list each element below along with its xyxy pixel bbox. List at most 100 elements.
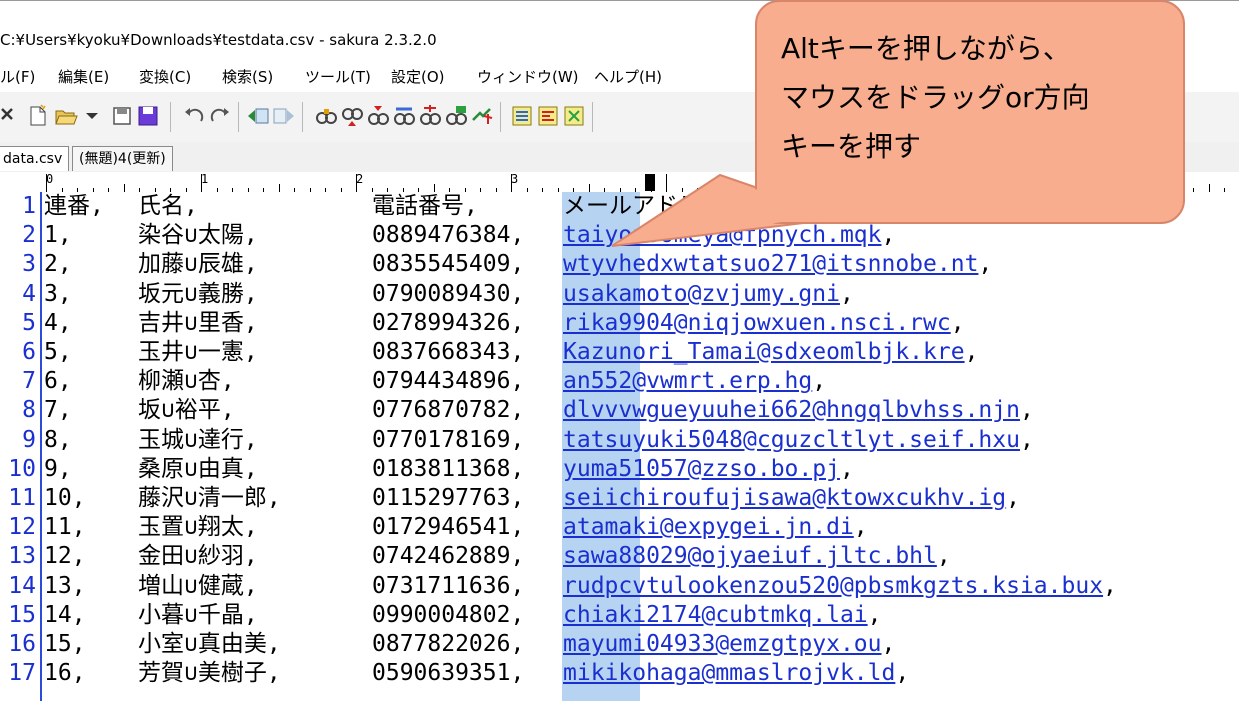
find-prev-icon[interactable] <box>366 104 390 128</box>
cell-name: 小暮∪千晶, <box>138 601 258 628</box>
email-link[interactable]: tatsuyuki5048@cguzcltlyt.seif.hxu <box>563 427 1020 453</box>
outline-icon[interactable] <box>536 104 560 128</box>
menu-tools[interactable]: ツール(T) <box>305 66 371 87</box>
email-link[interactable]: mikikohaga@mmaslrojvk.ld <box>563 660 895 686</box>
cell-name: 増山∪健蔵, <box>138 572 258 599</box>
cell-separator: , <box>867 601 882 628</box>
email-link[interactable]: chiaki2174@cubtmkq.lai <box>563 602 868 628</box>
email-link[interactable]: rudpcvtulookenzou520@pbsmkgzts.ksia.bux <box>563 573 1103 599</box>
email-link[interactable]: taiyousomeya@fpnych.mqk <box>563 222 882 248</box>
cell-id: 4, <box>44 309 72 336</box>
cell-id: 2, <box>44 251 72 278</box>
cell-separator: , <box>881 631 896 657</box>
ruler-label: 3 <box>511 172 519 186</box>
cell-name: 藤沢∪清一郎, <box>138 485 281 511</box>
cell-id: 1, <box>44 222 72 249</box>
close-icon[interactable] <box>0 104 24 128</box>
save-icon[interactable] <box>110 104 134 128</box>
cell-name: 桑原∪由真, <box>138 455 258 482</box>
ruler-label: 1 <box>201 172 209 186</box>
cell-separator: , <box>839 280 854 307</box>
cell-separator: , <box>936 543 951 570</box>
search-icon[interactable] <box>314 104 338 128</box>
replace-icon[interactable] <box>392 104 416 128</box>
menu-help[interactable]: ヘルプ(H) <box>594 66 662 87</box>
tag-jump-icon[interactable] <box>470 104 494 128</box>
cell-email: dlvvvwgueyuuhei662@hngqlbvhss.njn, <box>563 396 1034 425</box>
email-link[interactable]: seiichiroufujisawa@ktowxcukhv.ig <box>563 485 1006 511</box>
undo-icon[interactable] <box>182 104 206 128</box>
ruler-tick <box>278 184 280 192</box>
cell-phone: 0837668343, <box>372 339 525 365</box>
email-link[interactable]: dlvvvwgueyuuhei662@hngqlbvhss.njn <box>563 397 1020 423</box>
new-file-icon[interactable] <box>26 104 50 128</box>
macro-icon[interactable] <box>562 104 586 128</box>
cell-id: 10, <box>44 485 86 511</box>
cell-id: 3, <box>44 280 72 307</box>
toolbar-separator <box>500 102 501 132</box>
line-number: 11 <box>8 485 36 511</box>
cell-phone: 0183811368, <box>372 455 525 482</box>
cell-phone: 0776870782, <box>372 397 525 424</box>
editor-text-area[interactable]: 1 連番, 氏名, 電話番号, メールアドレス 2 1, 染谷∪太陽, 0889476384, t… <box>0 192 1239 701</box>
cell-id: 9, <box>44 455 72 482</box>
email-link[interactable]: rika9904@niqjowxuen.nsci.rwc <box>563 310 951 336</box>
tab-testdata-csv[interactable]: data.csv <box>0 146 70 171</box>
cell-email: rudpcvtulookenzou520@pbsmkgzts.ksia.bux, <box>563 572 1117 601</box>
grep-replace-icon[interactable] <box>444 104 468 128</box>
ruler-tick <box>46 174 47 192</box>
cell-id: 13, <box>44 572 86 599</box>
tab-untitled-4[interactable]: (無題)4(更新) <box>72 146 173 171</box>
email-link[interactable]: wtyvhedxwtatsuo271@itsnnobe.nt <box>563 251 978 277</box>
cell-email-header: メールアドレス <box>563 193 724 219</box>
cell-phone: 0590639351, <box>372 660 525 687</box>
jump-next-icon[interactable] <box>272 104 296 128</box>
cell-name: 吉井∪里香, <box>138 309 258 336</box>
email-link[interactable]: sawa88029@ojyaeiuf.jltc.bhl <box>563 543 937 569</box>
email-link[interactable]: yuma51057@zzso.bo.pj <box>563 456 840 482</box>
ruler-tick <box>1131 174 1132 192</box>
email-link[interactable]: atamaki@expygei.jn.di <box>563 514 854 540</box>
line-number: 6 <box>22 339 36 365</box>
menu-window[interactable]: ウィンドウ(W) <box>477 66 579 87</box>
cell-name: 玉置∪翔太, <box>138 514 258 541</box>
cell-id: 5, <box>44 339 72 365</box>
cell-email: rika9904@niqjowxuen.nsci.rwc, <box>563 309 965 338</box>
cell-id: 12, <box>44 543 86 570</box>
line-number: 3 <box>22 251 36 278</box>
ruler-tick <box>821 174 822 192</box>
save-all-icon[interactable] <box>136 104 160 128</box>
email-link[interactable]: Kazunori_Tamai@sdxeomlbjk.kre <box>563 339 965 365</box>
cell-email: tatsuyuki5048@cguzcltlyt.seif.hxu, <box>563 426 1034 455</box>
menu-convert[interactable]: 変換(C) <box>139 66 191 87</box>
open-folder-icon[interactable] <box>54 104 78 128</box>
jump-prev-icon[interactable] <box>246 104 270 128</box>
grep-icon[interactable] <box>418 104 442 128</box>
cell-separator: , <box>839 455 854 482</box>
cell-separator: , <box>1019 397 1034 424</box>
dropdown-icon[interactable] <box>80 104 104 128</box>
ruler-tick <box>743 184 745 192</box>
cell-phone: 0790089430, <box>372 280 525 307</box>
cell-name: 玉井∪一憲, <box>138 339 258 365</box>
cell-phone: 0742462889, <box>372 543 525 570</box>
compare-icon[interactable] <box>510 104 534 128</box>
tab-bar: data.csv (無題)4(更新) <box>0 142 1239 173</box>
cell-separator: , <box>978 251 993 278</box>
find-next-icon[interactable] <box>340 104 364 128</box>
cell-phone: 0835545409, <box>372 251 525 278</box>
cell-email: Kazunori_Tamai@sdxeomlbjk.kre, <box>563 338 978 367</box>
cell-email: mayumi04933@emzgtpyx.ou, <box>563 630 895 659</box>
menu-settings[interactable]: 設定(O) <box>391 66 445 87</box>
email-link[interactable]: an552@vwmrt.erp.hg <box>563 368 812 394</box>
cell-phone: 0731711636, <box>372 572 525 599</box>
menu-file[interactable]: ル(F) <box>0 66 35 87</box>
menu-edit[interactable]: 編集(E) <box>58 66 109 87</box>
email-link[interactable]: usakamoto@zvjumy.gni <box>563 281 840 307</box>
redo-icon[interactable] <box>208 104 232 128</box>
line-number: 12 <box>8 514 36 541</box>
menu-search[interactable]: 検索(S) <box>222 66 273 87</box>
cell-name: 玉城∪達行, <box>138 426 258 453</box>
email-link[interactable]: mayumi04933@emzgtpyx.ou <box>563 631 882 657</box>
cell-email: seiichiroufujisawa@ktowxcukhv.ig, <box>563 484 1020 513</box>
